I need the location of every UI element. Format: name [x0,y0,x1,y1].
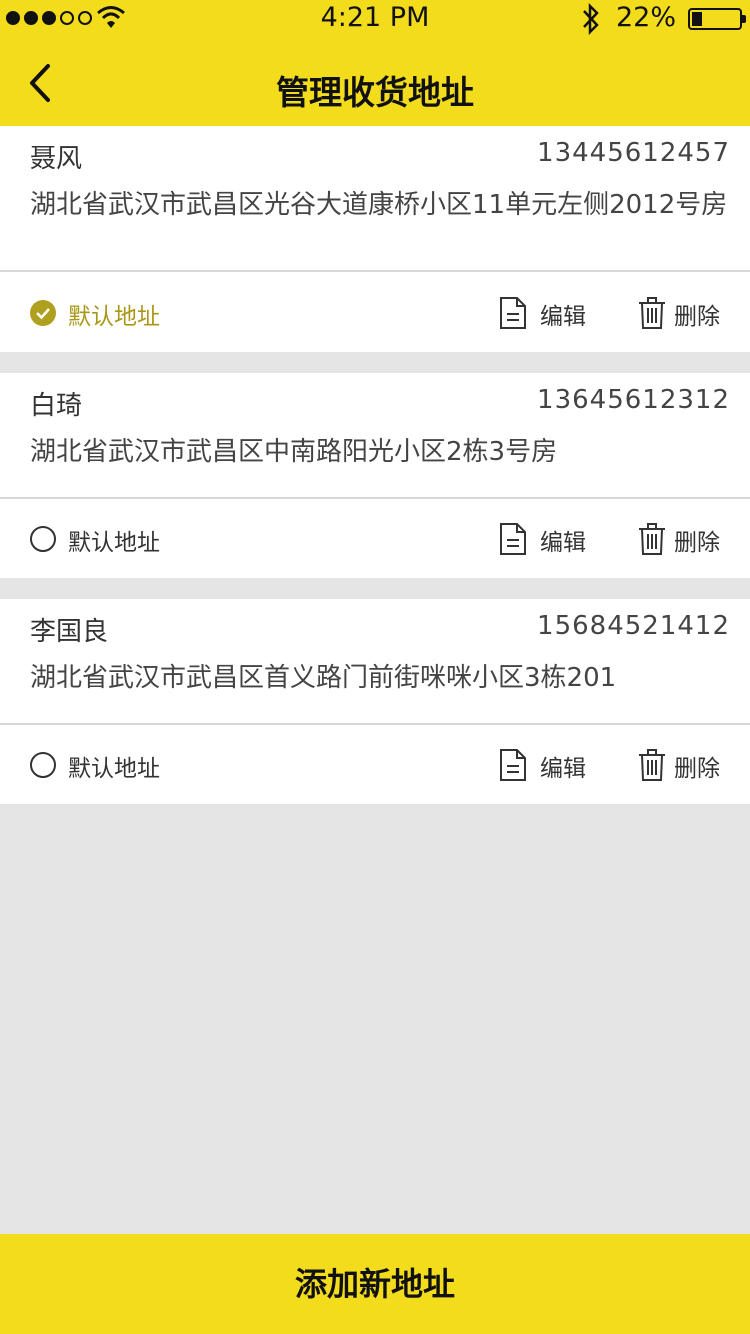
recipient-phone: 13445612457 [537,138,730,168]
page-title: 管理收货地址 [276,73,474,112]
edit-document-icon[interactable] [499,522,527,556]
recipient-name: 李国良 [30,617,109,647]
delete-button[interactable]: 删除 [674,523,720,557]
recipient-phone: 15684521412 [537,611,730,641]
battery-icon [688,8,746,30]
bluetooth-icon [583,2,599,36]
recipient-address: 湖北省武汉市武昌区中南路阳光小区2栋3号房 [30,437,558,467]
default-checkbox[interactable] [30,300,56,326]
divider [0,723,750,725]
delete-button[interactable]: 删除 [674,297,720,331]
recipient-phone: 13645612312 [537,385,730,415]
default-checkbox[interactable] [30,752,56,778]
checkmark-icon [36,308,50,320]
trash-icon[interactable] [638,522,666,556]
recipient-address: 湖北省武汉市武昌区光谷大道康桥小区11单元左侧2012号房 [30,190,728,220]
edit-button[interactable]: 编辑 [540,523,586,557]
edit-button[interactable]: 编辑 [540,297,586,331]
address-card: 聂风 13445612457 湖北省武汉市武昌区光谷大道康桥小区11单元左侧20… [0,126,750,352]
divider [0,270,750,272]
battery-percent: 22% [616,2,677,33]
divider [0,497,750,499]
header-bar: 4:21 PM 22% 管理收货地址 [0,0,750,126]
default-checkbox[interactable] [30,526,56,552]
default-address-label[interactable]: 默认地址 [68,297,160,331]
trash-icon[interactable] [638,748,666,782]
recipient-address: 湖北省武汉市武昌区首义路门前街咪咪小区3栋201 [30,663,617,693]
edit-button[interactable]: 编辑 [540,749,586,783]
trash-icon[interactable] [638,296,666,330]
edit-document-icon[interactable] [499,296,527,330]
address-card: 李国良 15684521412 湖北省武汉市武昌区首义路门前街咪咪小区3栋201… [0,599,750,804]
default-address-label[interactable]: 默认地址 [68,749,160,783]
recipient-name: 白琦 [30,391,83,421]
add-address-button[interactable]: 添加新地址 [0,1234,750,1334]
address-card: 白琦 13645612312 湖北省武汉市武昌区中南路阳光小区2栋3号房 默认地… [0,373,750,578]
recipient-name: 聂风 [30,144,83,174]
status-bar: 4:21 PM 22% [0,0,750,40]
default-address-label[interactable]: 默认地址 [68,523,160,557]
delete-button[interactable]: 删除 [674,749,720,783]
edit-document-icon[interactable] [499,748,527,782]
